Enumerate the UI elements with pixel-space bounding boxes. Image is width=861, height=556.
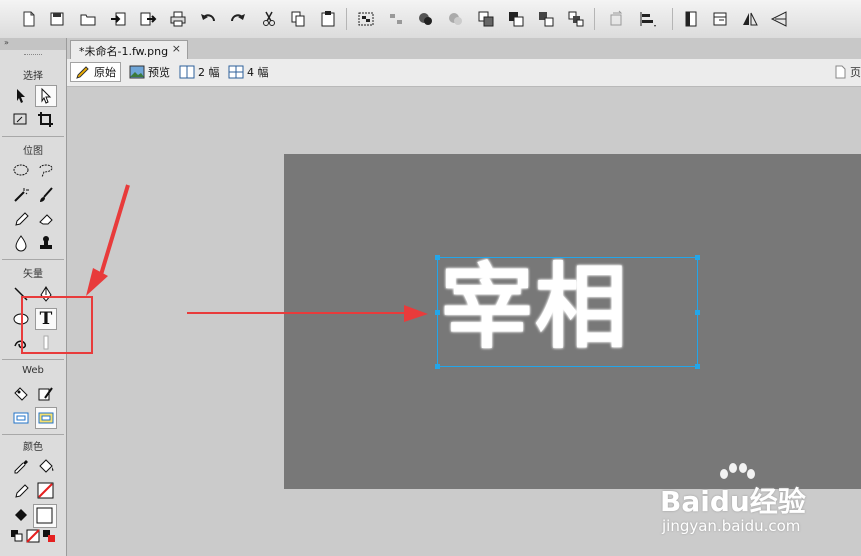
annotation-box bbox=[21, 296, 93, 354]
watermark-url: jingyan.baidu.com bbox=[662, 517, 801, 535]
annotation-arrow-shaft bbox=[98, 184, 130, 279]
annotation-arrowhead bbox=[404, 305, 428, 322]
watermark-brand: Baidu经验 bbox=[660, 485, 806, 518]
annotation-arrowhead bbox=[86, 268, 108, 296]
